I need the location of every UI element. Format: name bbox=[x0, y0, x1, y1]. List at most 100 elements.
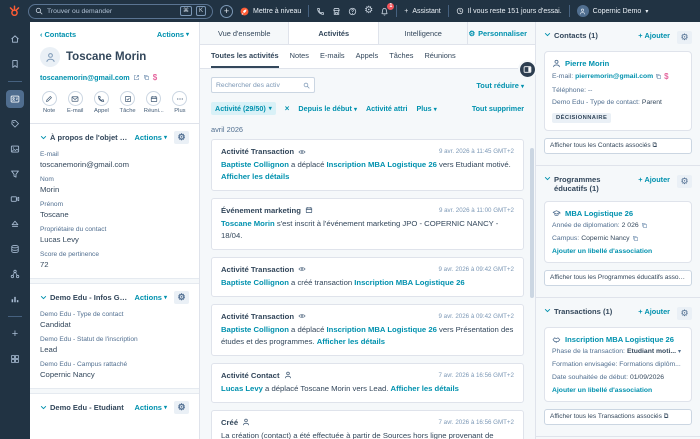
add-association-label-link[interactable]: Ajouter un libellé d'association bbox=[552, 387, 684, 394]
assistant-button[interactable]: + Assistant bbox=[404, 8, 441, 15]
subtab-calls[interactable]: Appels bbox=[356, 45, 379, 68]
activity-card[interactable]: Activité Transaction 9 avr. 2026 à 09:42… bbox=[211, 256, 524, 297]
subtab-meetings[interactable]: Réunions bbox=[424, 45, 455, 68]
help-button[interactable] bbox=[348, 7, 357, 16]
create-button[interactable]: + bbox=[220, 4, 233, 18]
contact-email-link[interactable]: toscanemorin@gmail.com bbox=[40, 73, 130, 82]
subtab-all-activities[interactable]: Toutes les activités bbox=[211, 45, 279, 68]
activity-card[interactable]: Activité Transaction 9 avr. 2026 à 11:45… bbox=[211, 139, 524, 191]
section-settings-button[interactable]: ⚙ bbox=[677, 31, 692, 44]
more-filters-dropdown[interactable]: Plus ▾ bbox=[417, 104, 437, 113]
notifications-button[interactable]: 1 bbox=[380, 2, 395, 16]
nav-reporting[interactable] bbox=[6, 290, 24, 308]
nav-prospecting[interactable] bbox=[6, 215, 24, 233]
associated-contact-email[interactable]: pierremorin@gmail.com bbox=[575, 72, 653, 81]
section-settings-button[interactable]: ⚙ bbox=[174, 291, 189, 304]
subtab-emails[interactable]: E-mails bbox=[320, 45, 345, 68]
contact-actions-dropdown[interactable]: Actions ▾ bbox=[157, 30, 189, 39]
nav-bookmarks[interactable] bbox=[6, 55, 24, 73]
section-actions-dropdown[interactable]: Actions ▾ bbox=[134, 403, 167, 412]
add-program-button[interactable]: + Ajouter bbox=[638, 175, 670, 184]
activity-card[interactable]: Événement marketing 9 avr. 2026 à 11:00 … bbox=[211, 197, 524, 250]
deal-stage-dropdown[interactable]: Etudiant moti... bbox=[627, 347, 676, 356]
nav-add[interactable]: + bbox=[6, 325, 24, 343]
copy-icon[interactable] bbox=[143, 74, 150, 81]
global-search[interactable]: ⌘ K bbox=[28, 3, 213, 19]
activity-type-filter[interactable]: Activité (29/50) ▾ bbox=[211, 102, 276, 115]
settings-gear-icon: ⚙ bbox=[364, 5, 374, 16]
section-actions-dropdown[interactable]: Actions ▾ bbox=[134, 293, 167, 302]
view-all-deals-button[interactable]: Afficher tous les Transactions associés … bbox=[544, 408, 692, 425]
clear-filter-button[interactable]: × bbox=[285, 104, 290, 113]
section-settings-button[interactable]: ⚙ bbox=[174, 401, 189, 414]
timeline-search-input[interactable] bbox=[216, 81, 300, 89]
timeline-scrollbar[interactable] bbox=[530, 148, 534, 298]
timeline-search[interactable] bbox=[211, 77, 315, 93]
contact-name: Toscane Morin bbox=[66, 51, 147, 63]
view-all-contacts-button[interactable]: Afficher tous les Contacts associés ⧉ bbox=[544, 137, 692, 154]
nav-apps[interactable] bbox=[6, 350, 24, 368]
quick-action-task[interactable]: Tâche bbox=[117, 91, 139, 114]
quick-action-meeting[interactable]: Réuni... bbox=[143, 91, 165, 114]
section-actions-dropdown[interactable]: Actions ▾ bbox=[134, 133, 167, 142]
date-range-filter[interactable]: Depuis le début ▾ bbox=[298, 104, 357, 113]
chevron-down-icon[interactable] bbox=[544, 307, 551, 314]
chevron-down-icon[interactable] bbox=[40, 404, 47, 411]
quick-action-call[interactable]: Appel bbox=[90, 91, 112, 114]
hubspot-logo-icon[interactable] bbox=[8, 5, 21, 18]
nav-media[interactable] bbox=[6, 190, 24, 208]
collapse-all-dropdown[interactable]: Tout réduire ▾ bbox=[476, 81, 524, 90]
nav-commerce[interactable] bbox=[6, 165, 24, 183]
quick-action-email[interactable]: E-mail bbox=[64, 91, 86, 114]
chevron-down-icon[interactable] bbox=[40, 134, 47, 141]
section-settings-button[interactable]: ⚙ bbox=[174, 131, 189, 144]
tab-activities[interactable]: Activités bbox=[289, 22, 379, 44]
nav-data[interactable] bbox=[6, 240, 24, 258]
associated-program-card[interactable]: MBA Logistique 26 Année de diplomation: … bbox=[544, 200, 692, 263]
copy-icon[interactable] bbox=[655, 73, 662, 80]
chevron-down-icon[interactable] bbox=[544, 31, 551, 38]
associated-deal-card[interactable]: Inscription MBA Logistique 26 Phase de l… bbox=[544, 326, 692, 402]
upgrade-button[interactable]: Mettre à niveau bbox=[240, 7, 301, 16]
tab-intelligence[interactable]: Intelligence bbox=[378, 22, 469, 44]
chevron-down-icon[interactable] bbox=[544, 175, 551, 182]
copy-icon[interactable] bbox=[641, 222, 648, 229]
marketplace-button[interactable] bbox=[332, 7, 341, 16]
nav-automations[interactable] bbox=[6, 265, 24, 283]
subtab-notes[interactable]: Notes bbox=[290, 45, 309, 68]
view-all-programs-button[interactable]: Afficher tous les Programmes éducatifs a… bbox=[544, 269, 692, 286]
settings-button[interactable]: ⚙ bbox=[364, 6, 373, 16]
activity-card[interactable]: Créé 7 avr. 2026 à 16:56 GMT+2 La créati… bbox=[211, 409, 524, 439]
subtab-tasks[interactable]: Tâches bbox=[389, 45, 413, 68]
activity-card[interactable]: Activité Transaction 9 avr. 2026 à 09:42… bbox=[211, 303, 524, 356]
activity-body: Toscane Morin s'est inscrit à l'événemen… bbox=[221, 218, 499, 240]
nav-marketing[interactable] bbox=[6, 115, 24, 133]
global-search-input[interactable] bbox=[47, 7, 176, 15]
customize-button[interactable]: ⚙ Personnaliser bbox=[468, 22, 535, 44]
apps-grid-icon bbox=[10, 354, 20, 364]
nav-contacts[interactable] bbox=[6, 90, 24, 108]
external-link-icon[interactable] bbox=[133, 74, 140, 81]
account-menu[interactable]: Copernic Demo ▾ bbox=[576, 5, 648, 17]
activity-card[interactable]: Activité Contact 7 avr. 2026 à 16:56 GMT… bbox=[211, 362, 524, 403]
delete-all-button[interactable]: Tout supprimer bbox=[472, 104, 524, 113]
chevron-down-icon[interactable] bbox=[40, 294, 47, 301]
add-deal-button[interactable]: + Ajouter bbox=[638, 307, 670, 316]
add-contact-button[interactable]: + Ajouter bbox=[638, 31, 670, 40]
collapse-right-panel-button[interactable] bbox=[518, 60, 537, 79]
quick-action-more[interactable]: Plus bbox=[169, 91, 191, 114]
tab-overview[interactable]: Vue d'ensemble bbox=[200, 22, 290, 44]
property-field: Prénom Toscane bbox=[40, 201, 69, 219]
quick-action-note[interactable]: Note bbox=[38, 91, 60, 114]
eye-icon bbox=[298, 265, 306, 273]
associated-contact-card[interactable]: Pierre Morin E-mail: pierremorin@gmail.c… bbox=[544, 51, 692, 131]
attributed-filter[interactable]: Activité attri bbox=[366, 104, 408, 113]
nav-home[interactable] bbox=[6, 30, 24, 48]
add-association-label-link[interactable]: Ajouter un libellé d'association bbox=[552, 248, 684, 255]
back-to-contacts-link[interactable]: ‹ Contacts bbox=[40, 30, 76, 39]
section-settings-button[interactable]: ⚙ bbox=[677, 174, 692, 188]
section-settings-button[interactable]: ⚙ bbox=[677, 306, 692, 320]
copy-icon[interactable] bbox=[632, 235, 639, 242]
calls-button[interactable] bbox=[316, 7, 325, 16]
nav-content[interactable] bbox=[6, 140, 24, 158]
